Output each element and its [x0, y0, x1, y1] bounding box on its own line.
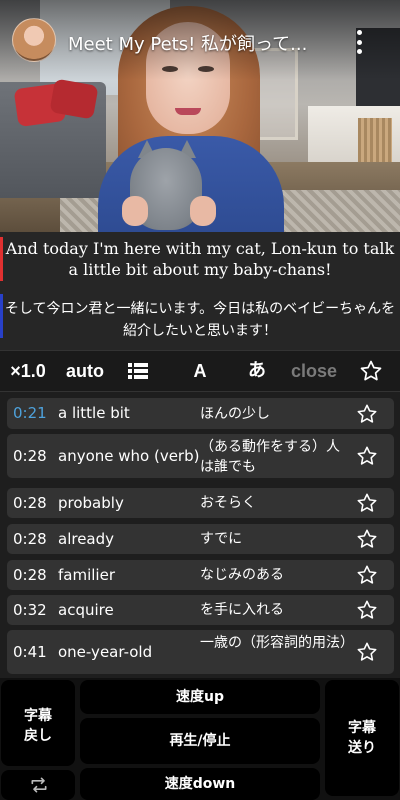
star-outline-icon[interactable] [356, 641, 378, 663]
vocab-english: familier [58, 566, 115, 584]
vocab-time: 0:21 [13, 404, 47, 422]
favorites-button[interactable] [356, 351, 386, 391]
vocab-japanese: を手に入れる [200, 602, 284, 618]
subtitle-forward-button[interactable]: 字幕 送り [325, 680, 399, 796]
video-scene-mouth [175, 108, 201, 115]
vocab-row[interactable]: 0:28 anyone who (verb) （ある動作をする）人は誰でも [7, 434, 394, 478]
video-top-bar: Meet My Pets! 私が飼って... [0, 0, 400, 80]
vocab-time: 0:41 [13, 643, 47, 661]
video-scene-hand [190, 196, 216, 226]
english-subtitle[interactable]: And today I'm here with my cat, Lon-kun … [3, 238, 397, 280]
vocab-english: a little bit [58, 404, 130, 422]
list-button[interactable] [124, 351, 152, 391]
video-scene-pillow [49, 78, 99, 120]
star-outline-icon[interactable] [356, 528, 378, 550]
vocab-japanese: おそらく [200, 495, 256, 511]
star-outline-icon[interactable] [356, 599, 378, 621]
vocab-time: 0:28 [13, 447, 47, 465]
subtitle-back-button[interactable]: 字幕 戻し [1, 680, 75, 766]
vocabulary-list: 0:21 a little bit ほんの少し 0:28 anyone who … [0, 392, 400, 678]
vocab-row[interactable]: 0:21 a little bit ほんの少し [7, 398, 394, 429]
english-font-toggle[interactable]: A [186, 351, 214, 391]
speed-down-button[interactable]: 速度down [80, 768, 320, 800]
vocab-japanese: ほんの少し [200, 406, 270, 422]
star-outline-icon [360, 360, 382, 381]
vocab-time: 0:32 [13, 601, 47, 619]
vocab-japanese: すでに [200, 531, 243, 547]
subtitle-back-label: 戻し [24, 728, 52, 744]
star-outline-icon[interactable] [356, 492, 378, 514]
repeat-button[interactable] [1, 770, 75, 800]
kebab-menu-icon[interactable] [350, 28, 368, 56]
japanese-subtitle[interactable]: そして今ロン君と一緒にいます。今日は私のベイビーちゃんを紹介したいと思います！ [3, 298, 397, 342]
star-outline-icon[interactable] [356, 445, 378, 467]
vocab-english: anyone who (verb) [58, 447, 200, 465]
speed-up-button[interactable]: 速度up [80, 680, 320, 714]
vocab-time: 0:28 [13, 494, 47, 512]
list-icon [128, 363, 148, 379]
vocab-english: one-year-old [58, 643, 153, 661]
vocab-row[interactable]: 0:28 familier なじみのある [7, 560, 394, 590]
vocab-japanese: （ある動作をする）人は誰でも [200, 439, 340, 475]
star-outline-icon[interactable] [356, 403, 378, 425]
vocab-time: 0:28 [13, 566, 47, 584]
repeat-icon [31, 777, 47, 793]
star-outline-icon[interactable] [356, 564, 378, 586]
play-pause-button[interactable]: 再生/停止 [80, 718, 320, 764]
channel-avatar[interactable] [12, 18, 56, 62]
auto-scroll-button[interactable]: auto [62, 351, 108, 391]
subtitle-toolbar: ×1.0 auto A あ close [0, 350, 400, 392]
video-title: Meet My Pets! 私が飼って... [68, 34, 308, 55]
vocab-row[interactable]: 0:32 acquire を手に入れる [7, 595, 394, 625]
vocab-english: acquire [58, 601, 114, 619]
vocab-english: probably [58, 494, 124, 512]
subtitle-back-label: 字幕 [24, 708, 52, 724]
close-button[interactable]: close [286, 351, 342, 391]
subtitle-forward-label: 送り [348, 740, 376, 756]
subtitle-forward-label: 字幕 [348, 720, 376, 736]
video-scene-hand [122, 196, 148, 226]
vocab-english: already [58, 530, 115, 548]
vocab-row[interactable]: 0:28 already すでに [7, 524, 394, 554]
vocab-row[interactable]: 0:28 probably おそらく [7, 488, 394, 518]
playback-speed-button[interactable]: ×1.0 [4, 351, 52, 391]
subtitle-panel: And today I'm here with my cat, Lon-kun … [0, 232, 400, 350]
vocab-time: 0:28 [13, 530, 47, 548]
japanese-toggle[interactable]: あ [242, 351, 272, 391]
vocab-japanese: なじみのある [200, 567, 284, 583]
vocab-japanese: 一歳の（形容詞的用法） [200, 635, 354, 651]
playback-controls: 字幕 戻し 速度up 再生/停止 速度down 字幕 送り [0, 678, 400, 800]
vocab-row[interactable]: 0:41 one-year-old 一歳の（形容詞的用法） [7, 630, 394, 674]
